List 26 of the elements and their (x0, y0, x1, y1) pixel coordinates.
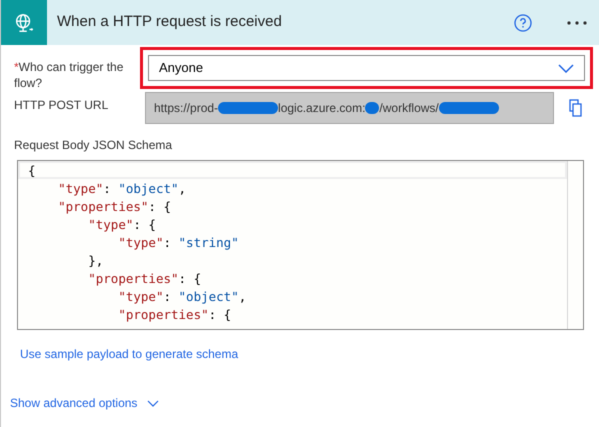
chevron-down-icon (558, 64, 574, 72)
code-line: "type": "object", (117, 288, 246, 306)
more-options-icon[interactable] (566, 20, 588, 26)
code-line: { (28, 162, 36, 180)
field-label: Request Body JSON Schema (14, 137, 174, 154)
field-label: HTTP POST URL (14, 97, 110, 114)
advanced-options-toggle[interactable]: Show advanced options (10, 394, 160, 412)
code-line: }, (87, 252, 104, 270)
code-line: "properties": { (57, 198, 171, 216)
field-label: *Who can trigger the flow? (14, 59, 124, 91)
copy-icon[interactable] (569, 99, 583, 117)
redaction-mark (438, 102, 499, 114)
code-editor[interactable]: { "type": "object", "properties": { "type": { "type": "string" }, "properties": { "type": "object", "properties": { (17, 160, 584, 330)
sample-payload-link[interactable]: Use sample payload to generate schema (20, 345, 238, 363)
redaction-mark (365, 102, 380, 114)
code-line: "properties": { (117, 306, 232, 324)
code-line: "type": { (87, 216, 156, 234)
code-line: "type": "string" (117, 234, 239, 252)
trigger-title: When a HTTP request is received (57, 12, 282, 32)
url-field: https://prod- logic.azure.com: /workflows/ (145, 92, 554, 124)
code-line: "properties": { (87, 270, 202, 288)
code-line: "type": "object", (57, 180, 186, 198)
chevron-icon (147, 400, 160, 406)
redaction-mark (218, 102, 278, 114)
trigger-dropdown[interactable]: Anyone (148, 55, 585, 81)
help-icon[interactable] (514, 14, 532, 32)
